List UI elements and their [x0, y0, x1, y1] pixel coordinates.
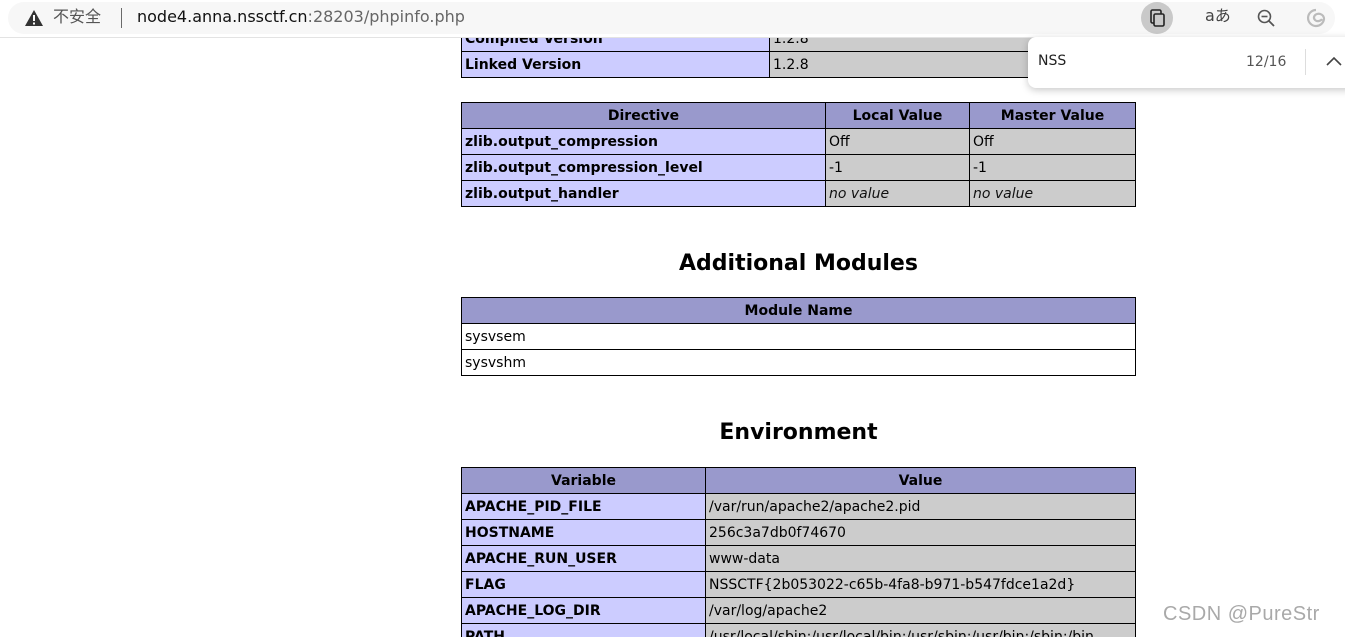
- address-divider: [121, 8, 122, 28]
- find-input[interactable]: NSS: [1038, 53, 1066, 69]
- chevron-up-icon[interactable]: [1326, 55, 1342, 67]
- env-variable: APACHE_RUN_USER: [461, 545, 706, 572]
- env-value: /var/run/apache2/apache2.pid: [705, 493, 1136, 520]
- table-row: sysvshm: [461, 349, 1136, 376]
- zoom-out-icon: [1257, 9, 1275, 27]
- local-value: Off: [825, 128, 970, 155]
- translate-icon[interactable]: aあ: [1205, 6, 1231, 26]
- additional-modules-heading: Additional Modules: [679, 251, 918, 276]
- table-row: HOSTNAME 256c3a7db0f74670: [461, 519, 1136, 546]
- master-value: no value: [969, 180, 1136, 207]
- table-row: PATH /usr/local/sbin:/usr/local/bin:/usr…: [461, 623, 1136, 637]
- local-value: no value: [825, 180, 970, 207]
- url-path: :28203/phpinfo.php: [307, 7, 465, 26]
- find-divider: [1305, 49, 1306, 75]
- table-row: APACHE_PID_FILE /var/run/apache2/apache2…: [461, 493, 1136, 520]
- env-variable: HOSTNAME: [461, 519, 706, 546]
- env-value: www-data: [705, 545, 1136, 572]
- table-row: sysvsem: [461, 323, 1136, 350]
- env-value: /var/log/apache2: [705, 597, 1136, 624]
- env-variable: APACHE_LOG_DIR: [461, 597, 706, 624]
- column-header: Variable: [461, 467, 706, 494]
- column-header: Local Value: [825, 102, 970, 129]
- directive-name: zlib.output_compression_level: [461, 154, 826, 181]
- table-header-row: Variable Value: [461, 467, 1136, 494]
- row-key: Linked Version: [461, 51, 770, 78]
- column-header: Value: [705, 467, 1136, 494]
- table-row: zlib.output_compression_level -1 -1: [461, 154, 1136, 181]
- environment-heading: Environment: [719, 420, 878, 445]
- env-variable: FLAG: [461, 571, 706, 598]
- column-header: Master Value: [969, 102, 1136, 129]
- table-header-row: Module Name: [461, 297, 1136, 324]
- module-name: sysvshm: [461, 349, 1136, 376]
- browser-address-bar: 不安全 node4.anna.nssctf.cn:28203/phpinfo.p…: [0, 0, 1345, 38]
- find-match-count: 12/16: [1246, 54, 1287, 70]
- find-bar: NSS 12/16: [1028, 37, 1345, 88]
- row-key: Compiled Version: [461, 38, 770, 52]
- env-value: 256c3a7db0f74670: [705, 519, 1136, 546]
- table-row: APACHE_RUN_USER www-data: [461, 545, 1136, 572]
- table-row: zlib.output_handler no value no value: [461, 180, 1136, 207]
- warning-icon[interactable]: [24, 9, 44, 27]
- watermark: CSDN @PureStr: [1163, 603, 1320, 625]
- module-name: sysvsem: [461, 323, 1136, 350]
- local-value: -1: [825, 154, 970, 181]
- app-available-button[interactable]: [1141, 2, 1173, 34]
- app-icon: [1150, 9, 1165, 27]
- browser-essentials-button[interactable]: [1300, 2, 1332, 34]
- env-variable: PATH: [461, 623, 706, 637]
- environment-table: Variable Value APACHE_PID_FILE /var/run/…: [461, 467, 1136, 637]
- master-value: -1: [969, 154, 1136, 181]
- url-host: node4.anna.nssctf.cn: [137, 7, 308, 26]
- env-value-flag: NSSCTF{2b053022-c65b-4fa8-b971-b547fdce1…: [705, 571, 1136, 598]
- directive-name: zlib.output_handler: [461, 180, 826, 207]
- edge-icon: [1307, 8, 1326, 28]
- env-variable: APACHE_PID_FILE: [461, 493, 706, 520]
- table-row: zlib.output_compression Off Off: [461, 128, 1136, 155]
- phpinfo-page: Compiled Version 1.2.8 Linked Version 1.…: [0, 38, 1345, 637]
- env-value: /usr/local/sbin:/usr/local/bin:/usr/sbin…: [705, 623, 1136, 637]
- directive-name: zlib.output_compression: [461, 128, 826, 155]
- master-value: Off: [969, 128, 1136, 155]
- zlib-directive-table: Directive Local Value Master Value zlib.…: [461, 102, 1136, 207]
- url-text[interactable]: node4.anna.nssctf.cn:28203/phpinfo.php: [137, 7, 465, 27]
- security-label[interactable]: 不安全: [53, 7, 101, 27]
- additional-modules-table: Module Name sysvsem sysvshm: [461, 297, 1136, 376]
- table-row: FLAG NSSCTF{2b053022-c65b-4fa8-b971-b547…: [461, 571, 1136, 598]
- column-header: Directive: [461, 102, 826, 129]
- table-header-row: Directive Local Value Master Value: [461, 102, 1136, 129]
- column-header: Module Name: [461, 297, 1136, 324]
- zoom-button[interactable]: [1250, 2, 1282, 34]
- table-row: APACHE_LOG_DIR /var/log/apache2: [461, 597, 1136, 624]
